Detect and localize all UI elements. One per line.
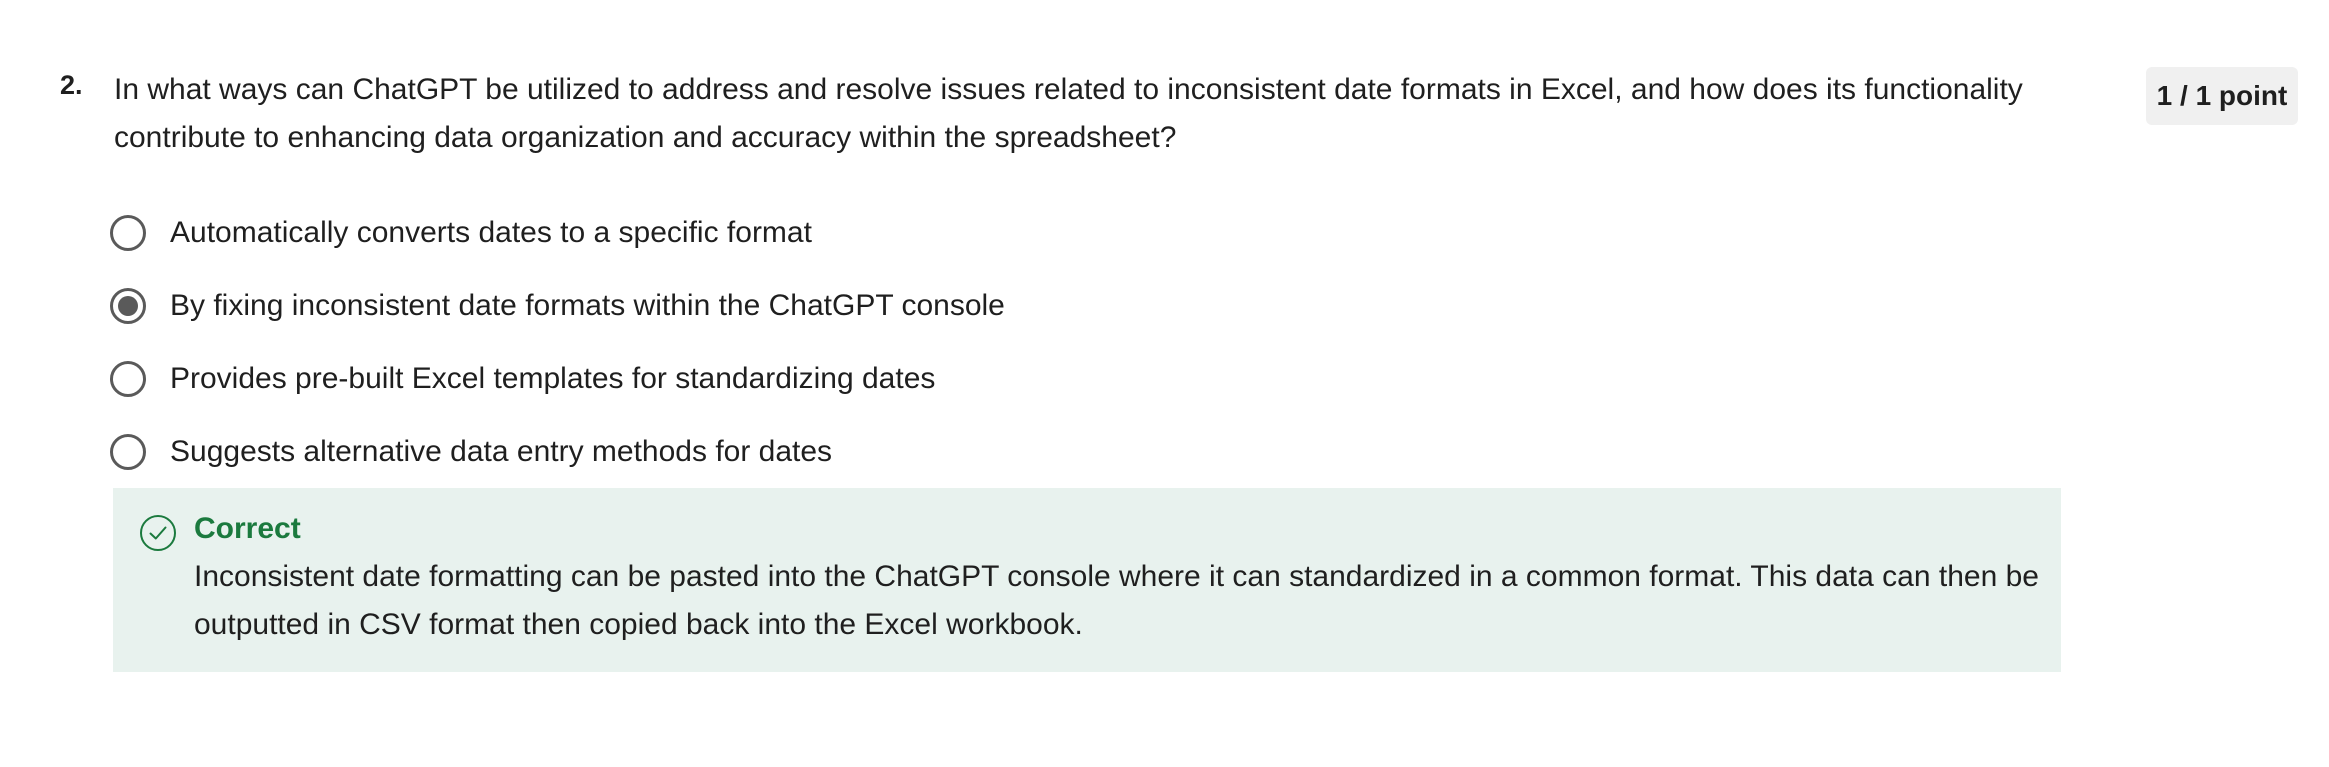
question-text: In what ways can ChatGPT be utilized to … [114, 73, 2023, 154]
feedback-title: Correct [194, 512, 301, 545]
radio-button-unselected[interactable] [110, 214, 146, 251]
radio-button-unselected[interactable] [110, 360, 146, 397]
option-1[interactable]: Automatically converts dates to a specif… [110, 196, 1005, 269]
radio-button-selected[interactable] [110, 287, 146, 324]
check-circle-icon [140, 515, 176, 551]
option-2[interactable]: By fixing inconsistent date formats with… [110, 269, 1005, 342]
question-number: 2. [60, 70, 83, 100]
option-label: By fixing inconsistent date formats with… [170, 288, 1005, 322]
option-label: Automatically converts dates to a specif… [170, 215, 812, 249]
points-badge: 1 / 1 point [2146, 67, 2298, 125]
option-4[interactable]: Suggests alternative data entry methods … [110, 415, 1005, 488]
radio-dot [118, 295, 138, 316]
feedback-panel: Correct Inconsistent date formatting can… [113, 488, 2061, 672]
option-3[interactable]: Provides pre-built Excel templates for s… [110, 342, 1005, 415]
radio-button-unselected[interactable] [110, 433, 146, 470]
option-label: Suggests alternative data entry methods … [170, 434, 833, 468]
answer-options: Automatically converts dates to a specif… [110, 196, 1005, 488]
option-label: Provides pre-built Excel templates for s… [170, 361, 936, 395]
feedback-text: Inconsistent date formatting can be past… [194, 560, 2039, 641]
